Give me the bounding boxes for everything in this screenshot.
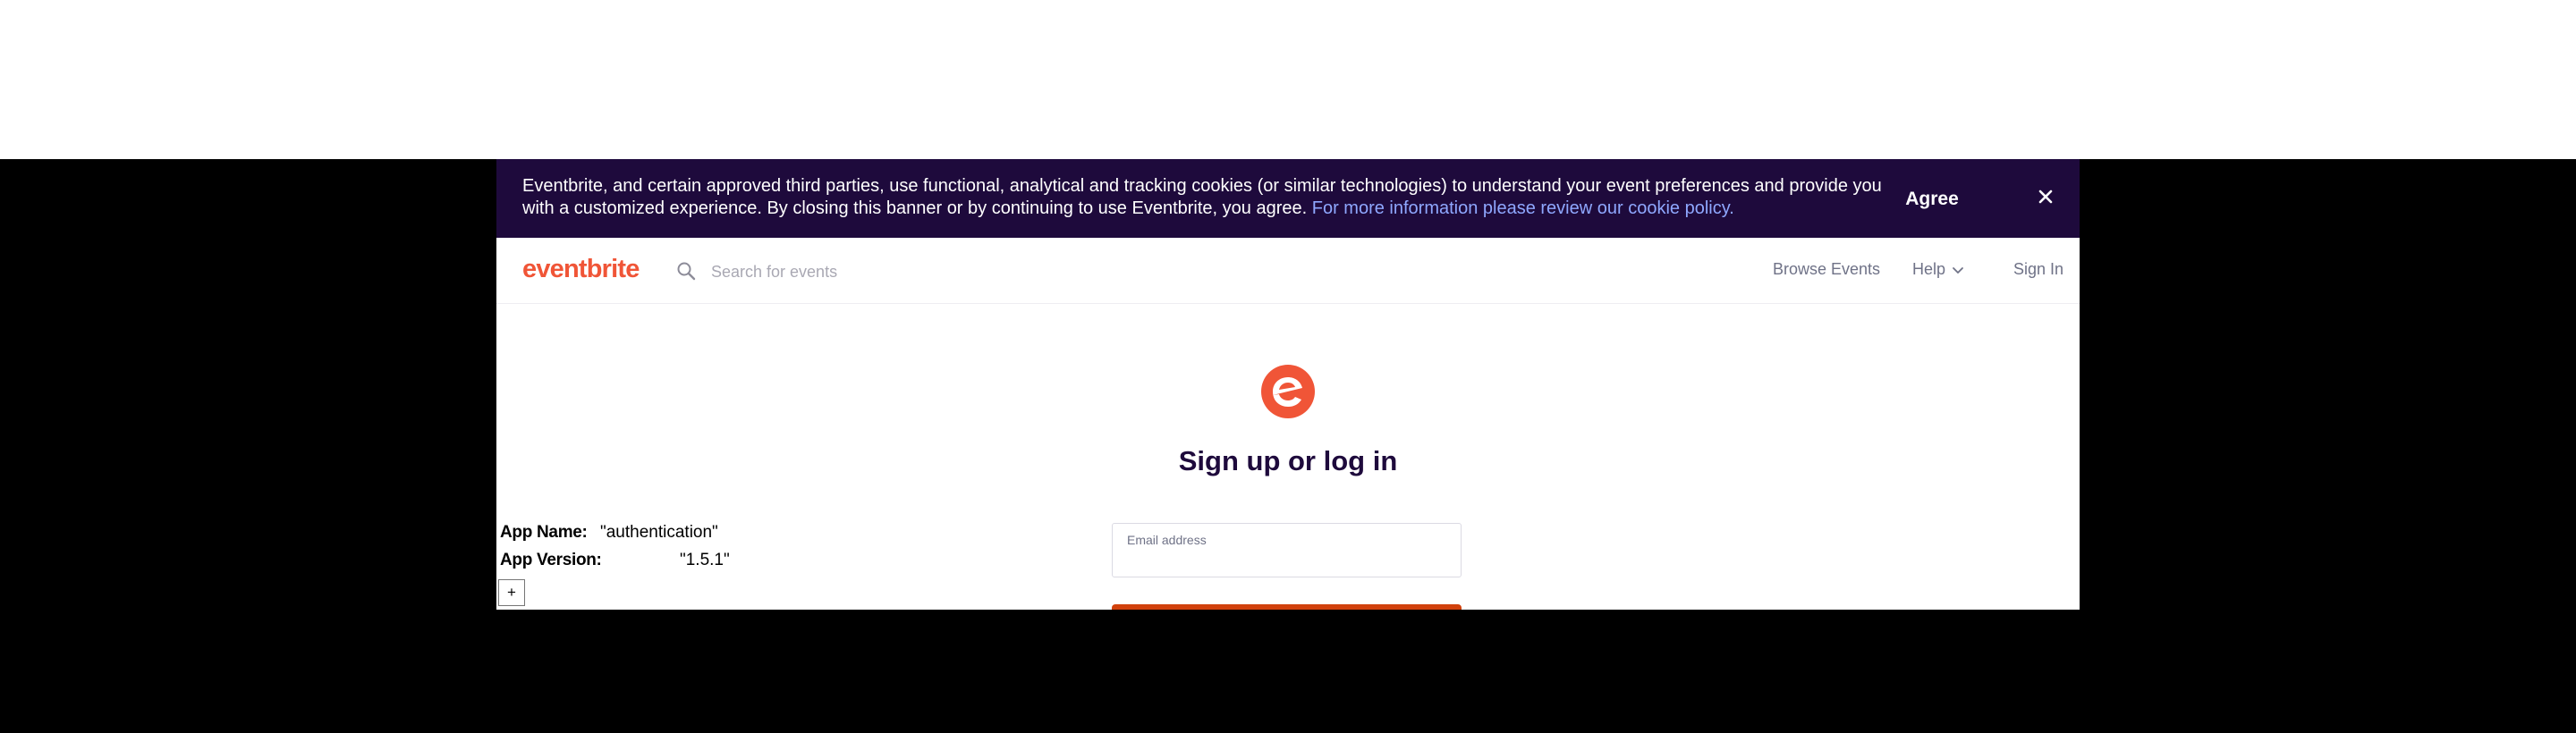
cookie-banner-text: Eventbrite, and certain approved third p… (522, 175, 1882, 220)
site-header: eventbrite Browse Events Help Sign In (496, 238, 2080, 304)
cookie-banner: Eventbrite, and certain approved third p… (496, 159, 2080, 238)
app-version-value: "1.5.1" (680, 551, 730, 569)
app-version-row: App Version: "1.5.1" (500, 551, 730, 570)
chevron-down-icon[interactable] (1952, 266, 1964, 275)
eventbrite-e-logo-icon (1261, 365, 1315, 418)
cookie-policy-link[interactable]: For more information please review our c… (1312, 198, 1734, 218)
top-blank-area (0, 0, 2576, 159)
continue-button[interactable] (1112, 604, 1462, 610)
nav-sign-in[interactable]: Sign In (2013, 260, 2063, 279)
app-name-key: App Name: (500, 523, 588, 542)
close-icon[interactable] (2037, 188, 2055, 206)
app-name-row: App Name: "authentication" (500, 523, 718, 543)
eventbrite-logo[interactable]: eventbrite (522, 255, 640, 284)
email-field[interactable]: Email address (1112, 523, 1462, 577)
nav-browse-events[interactable]: Browse Events (1773, 260, 1880, 279)
email-input[interactable] (1126, 549, 1448, 574)
expand-button[interactable]: + (498, 579, 525, 606)
app-version-key: App Version: (500, 551, 602, 569)
app-viewport: Eventbrite, and certain approved third p… (496, 159, 2080, 610)
nav-help[interactable]: Help (1912, 260, 1945, 279)
agree-button[interactable]: Agree (1892, 186, 1972, 213)
search-input[interactable] (709, 256, 1089, 288)
app-name-value: "authentication" (600, 523, 718, 542)
email-field-label: Email address (1127, 533, 1207, 547)
search-icon (677, 262, 696, 281)
page-title: Sign up or log in (1178, 445, 1398, 476)
